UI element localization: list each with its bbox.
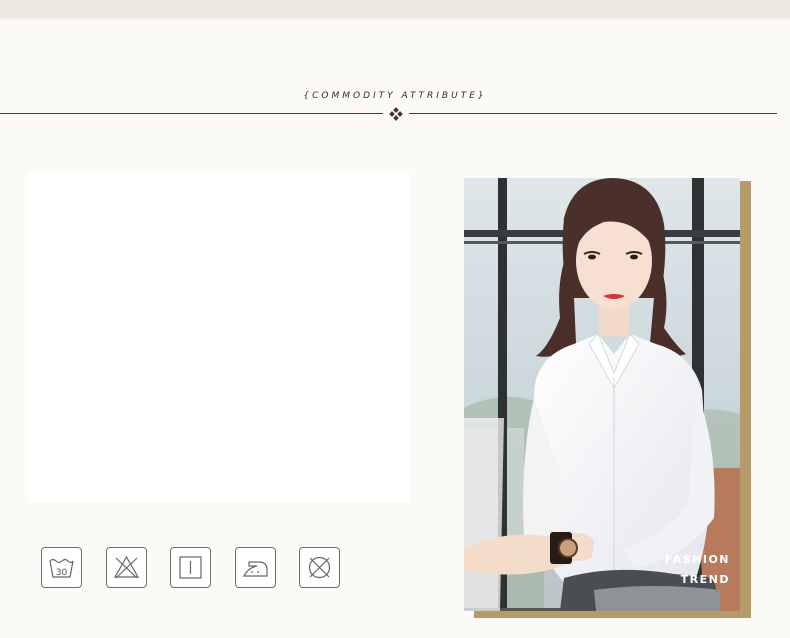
model-photo-illustration xyxy=(464,178,740,611)
iron-low-icon xyxy=(235,547,276,588)
model-photo: FASHION TREND xyxy=(464,178,740,611)
title-divider-right xyxy=(409,113,777,114)
no-bleach-icon xyxy=(106,547,147,588)
tumble-dry-icon xyxy=(170,547,211,588)
title-divider-left xyxy=(0,113,383,114)
photo-caption-fashion: FASHION xyxy=(664,553,730,566)
top-strip xyxy=(0,0,790,18)
section-title: {COMMODITY ATTRIBUTE} xyxy=(303,91,487,101)
photo-caption-trend: TREND xyxy=(680,573,730,586)
wash-30-icon: 30 xyxy=(41,547,82,588)
wash-temperature-label: 30 xyxy=(56,568,68,578)
ornament-diamond-icon xyxy=(389,107,403,121)
attribute-panel xyxy=(28,172,410,502)
no-dry-clean-icon xyxy=(299,547,340,588)
top-strip-highlight xyxy=(0,18,790,20)
